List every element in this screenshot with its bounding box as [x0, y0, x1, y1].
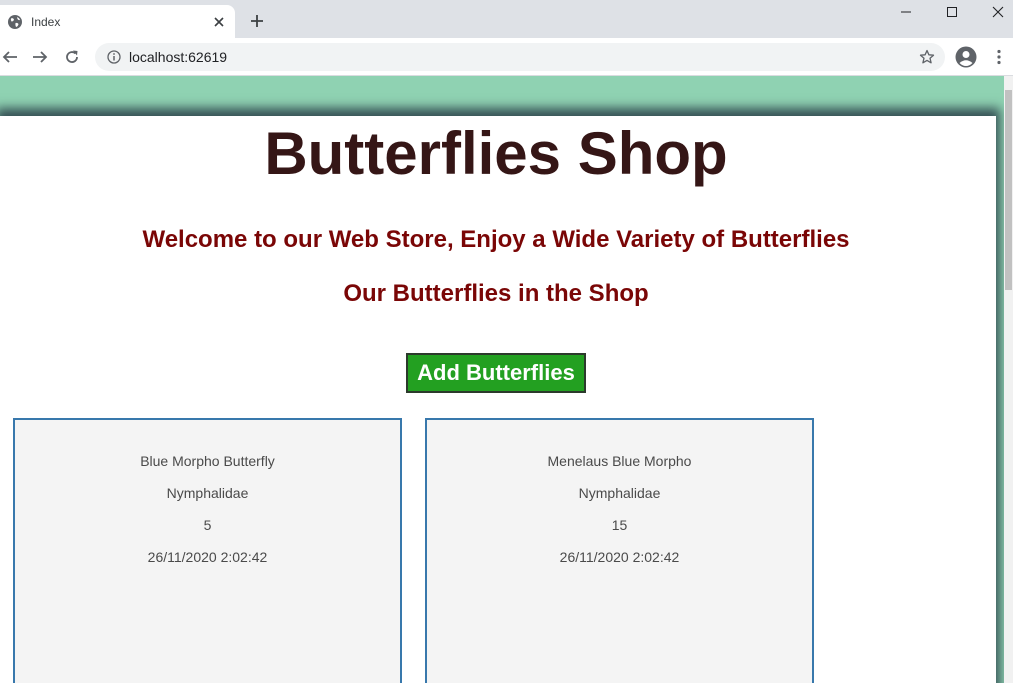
forward-arrow-icon[interactable] [30, 47, 50, 67]
page-title: Butterflies Shop [264, 120, 728, 187]
vertical-scrollbar[interactable] [1004, 76, 1013, 683]
plus-icon[interactable] [246, 10, 268, 32]
tab-title: Index [31, 15, 61, 29]
maximize-icon[interactable] [929, 0, 975, 24]
info-icon[interactable] [107, 50, 121, 64]
back-arrow-icon[interactable] [0, 47, 20, 67]
butterfly-name: Blue Morpho Butterfly [140, 453, 275, 469]
section-heading: Our Butterflies in the Shop [343, 280, 649, 307]
butterfly-family: Nymphalidae [166, 485, 249, 501]
close-window-icon[interactable] [975, 0, 1013, 24]
scrollbar-thumb[interactable] [1005, 90, 1012, 290]
reload-icon[interactable] [62, 47, 82, 67]
close-icon[interactable] [210, 13, 228, 31]
butterfly-card: Menelaus Blue Morpho Nymphalidae 15 26/1… [425, 418, 814, 683]
butterfly-created: 26/11/2020 2:02:42 [559, 549, 680, 565]
minimize-icon[interactable] [883, 0, 929, 24]
address-bar[interactable]: localhost:62619 [95, 43, 945, 71]
butterfly-created: 26/11/2020 2:02:42 [147, 549, 268, 565]
globe-icon [7, 14, 23, 30]
add-butterflies-button[interactable]: Add Butterflies [406, 353, 586, 393]
page-panel: Butterflies Shop Welcome to our Web Stor… [0, 116, 996, 683]
star-icon[interactable] [919, 49, 935, 65]
welcome-heading: Welcome to our Web Store, Enjoy a Wide V… [142, 226, 850, 253]
tab-strip: Index [0, 0, 1013, 38]
butterfly-quantity: 5 [203, 517, 212, 533]
butterfly-card: Blue Morpho Butterfly Nymphalidae 5 26/1… [13, 418, 402, 683]
profile-icon[interactable] [955, 46, 977, 68]
butterfly-family: Nymphalidae [578, 485, 661, 501]
page-viewport: Butterflies Shop Welcome to our Web Stor… [0, 76, 1013, 683]
kebab-menu-icon[interactable] [993, 48, 1005, 66]
browser-tab[interactable]: Index [0, 5, 235, 38]
butterfly-name: Menelaus Blue Morpho [547, 453, 692, 469]
butterfly-quantity: 15 [611, 517, 628, 533]
url-text[interactable]: localhost:62619 [129, 49, 227, 65]
browser-toolbar: localhost:62619 [0, 38, 1013, 76]
